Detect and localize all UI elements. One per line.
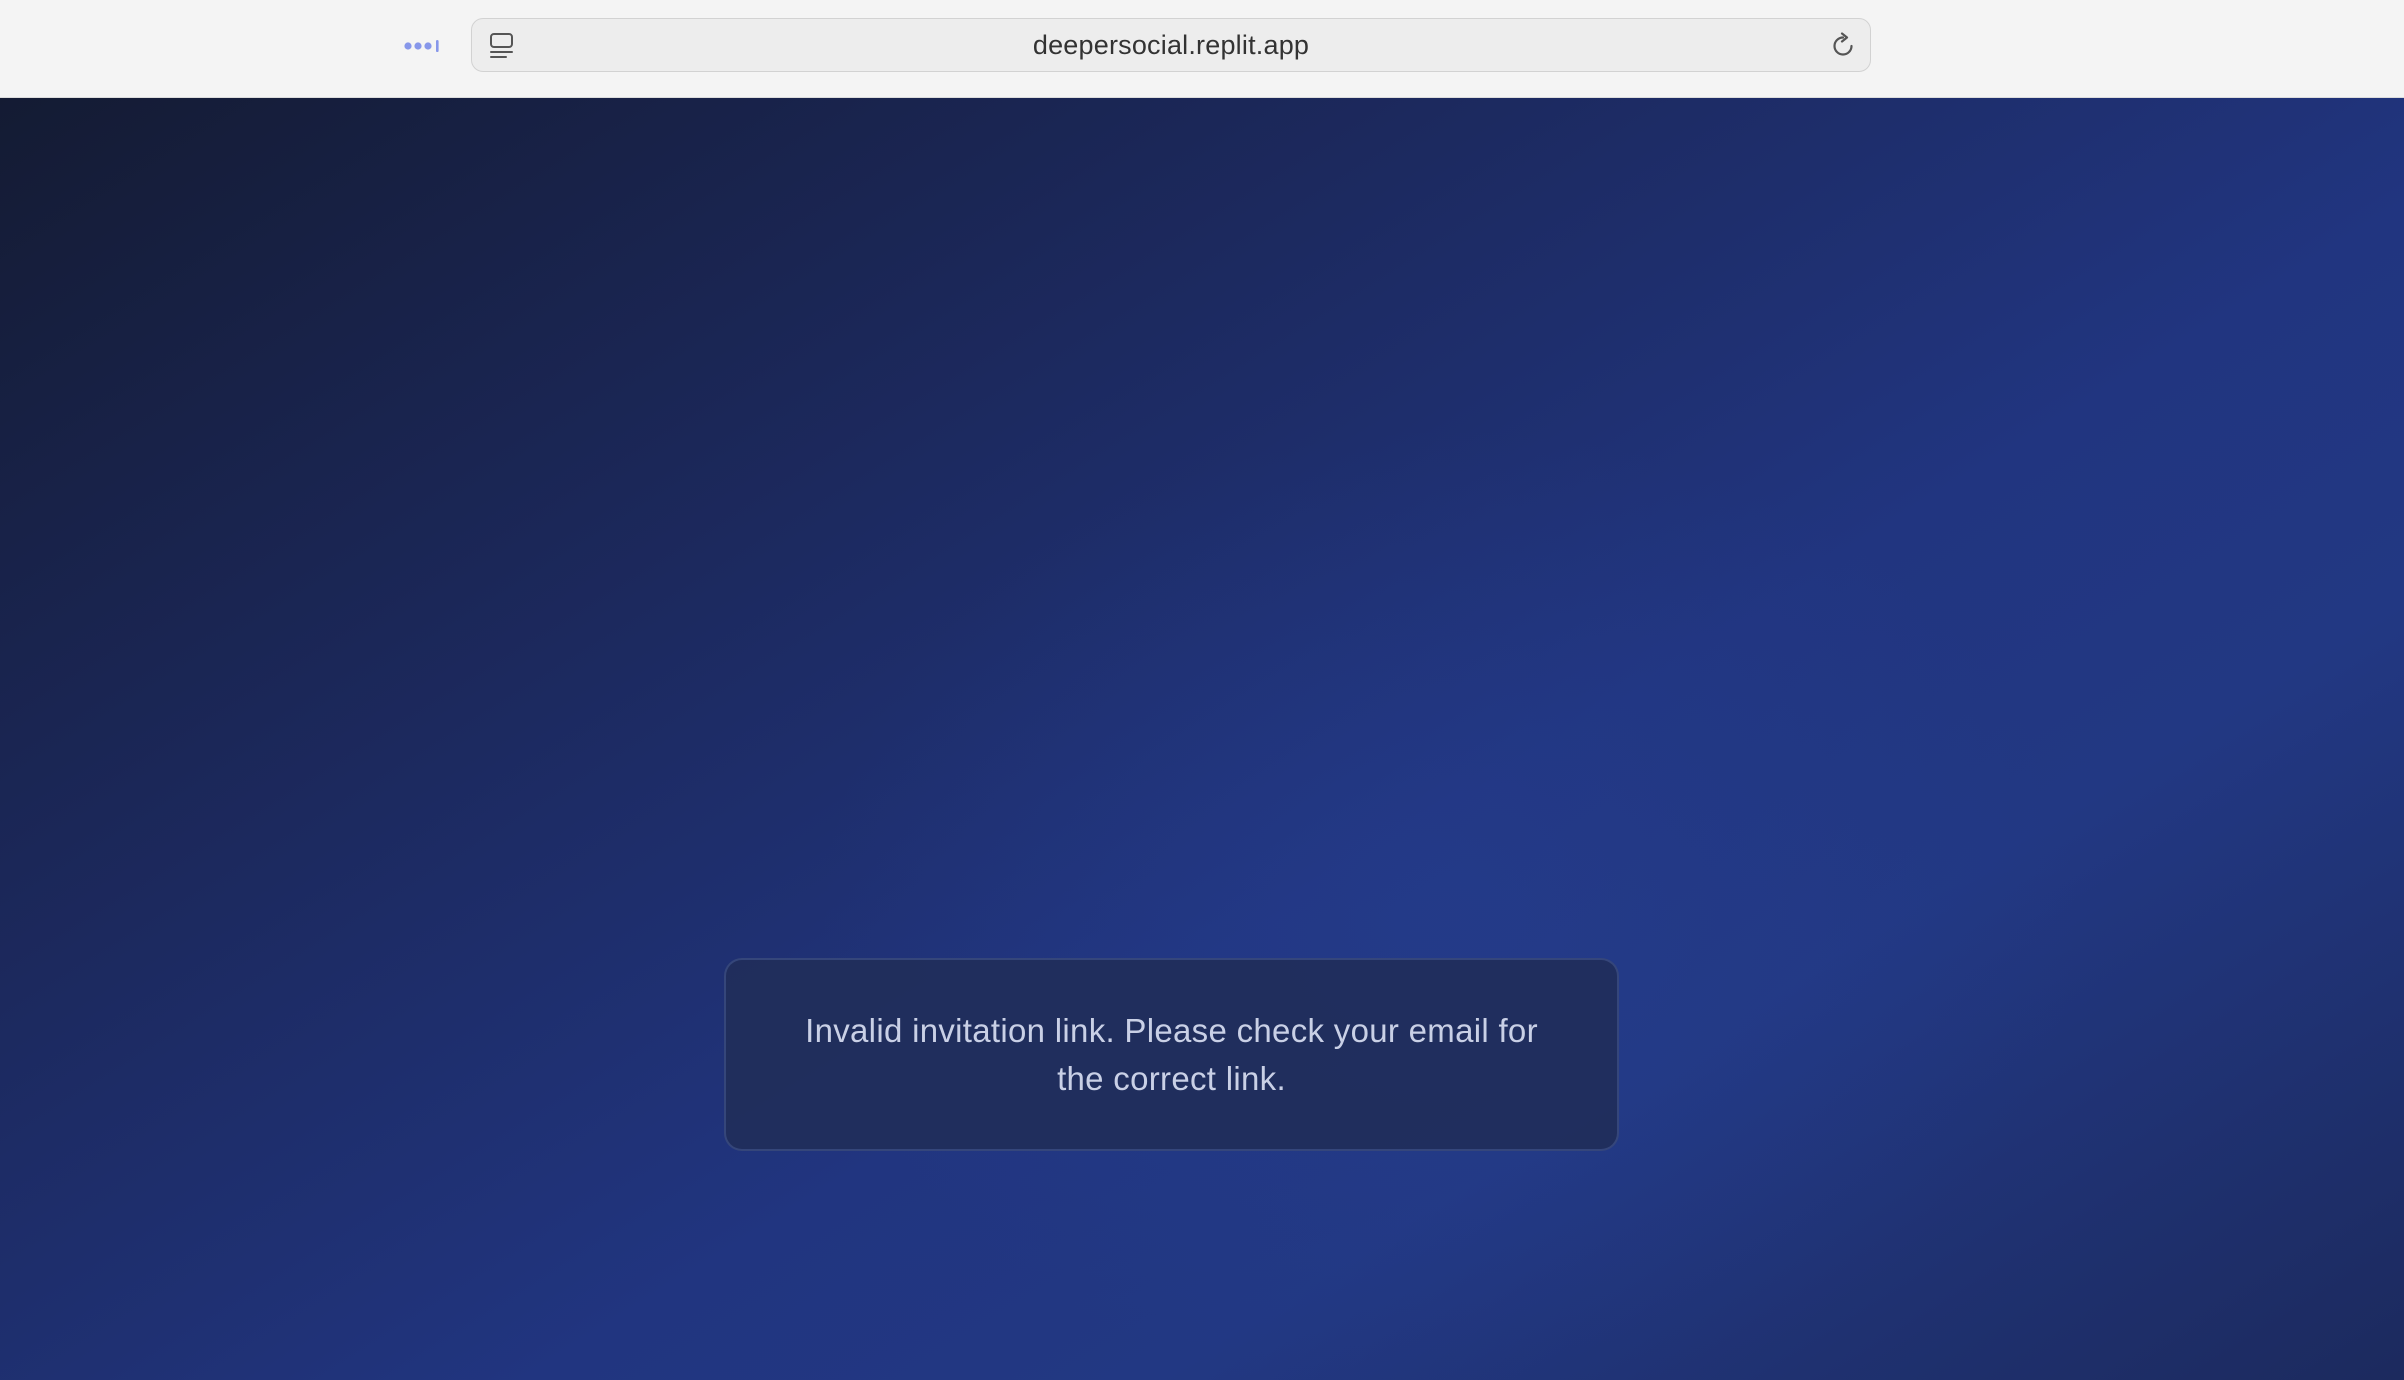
browser-toolbar: deepersocial.replit.app (0, 0, 2404, 98)
background-glow (0, 98, 2404, 1380)
reload-icon (1833, 32, 1853, 56)
page-content: Invalid invitation link. Please check yo… (0, 98, 2404, 1380)
url-text: deepersocial.replit.app (1032, 29, 1310, 60)
reload-button[interactable] (1826, 29, 1860, 63)
error-message: Invalid invitation link. Please check yo… (805, 1011, 1538, 1097)
address-bar[interactable]: deepersocial.replit.app (471, 18, 1871, 72)
tab-overview-button[interactable] (398, 28, 448, 64)
dots-icon (404, 40, 439, 52)
error-message-card: Invalid invitation link. Please check yo… (724, 958, 1619, 1151)
